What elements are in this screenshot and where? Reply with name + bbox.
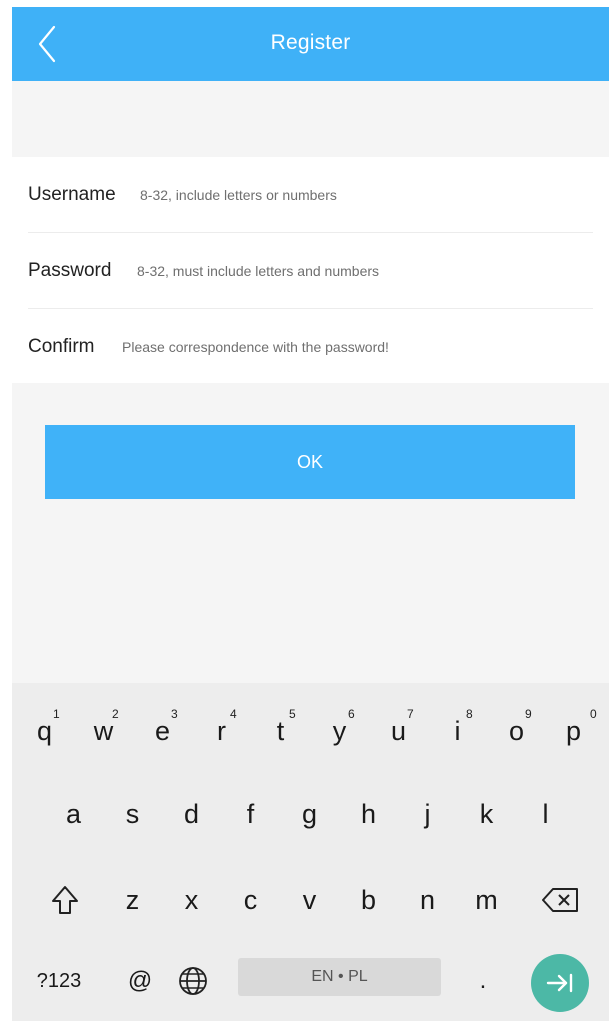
- key-c[interactable]: c: [221, 865, 280, 935]
- backspace-icon: [542, 888, 578, 912]
- key-q[interactable]: 1 q: [15, 689, 74, 759]
- key-label: u: [390, 715, 407, 746]
- key-h[interactable]: h: [339, 779, 398, 849]
- confirm-password-input[interactable]: [122, 332, 592, 362]
- key-label: p: [565, 715, 582, 746]
- key-label: t: [276, 715, 285, 746]
- key-hint: 2: [112, 707, 119, 721]
- key-s[interactable]: s: [103, 779, 162, 849]
- page-title: Register: [270, 31, 351, 54]
- header-bar: Register: [12, 7, 609, 81]
- key-y[interactable]: 6 y: [310, 689, 369, 759]
- key-o[interactable]: 9 o: [487, 689, 546, 759]
- key-hint: 6: [348, 707, 355, 721]
- key-hint: 9: [525, 707, 532, 721]
- key-hint: 3: [171, 707, 178, 721]
- password-label: Password: [28, 260, 112, 281]
- key-k[interactable]: k: [457, 779, 516, 849]
- key-f[interactable]: f: [221, 779, 280, 849]
- confirm-row: Confirm: [12, 309, 609, 385]
- key-t[interactable]: 5 t: [251, 689, 310, 759]
- enter-key[interactable]: [531, 954, 589, 1012]
- username-input[interactable]: [140, 180, 590, 210]
- key-hint: 7: [407, 707, 414, 721]
- at-key[interactable]: @: [115, 951, 165, 1011]
- key-hint: 5: [289, 707, 296, 721]
- key-v[interactable]: v: [280, 865, 339, 935]
- key-p[interactable]: 0 p: [544, 689, 603, 759]
- confirm-label: Confirm: [28, 336, 95, 357]
- symbols-key[interactable]: ?123: [24, 951, 94, 1011]
- period-key[interactable]: .: [458, 951, 508, 1011]
- username-label: Username: [28, 184, 116, 205]
- key-g[interactable]: g: [280, 779, 339, 849]
- password-input[interactable]: [137, 256, 592, 286]
- key-label: q: [36, 715, 53, 746]
- key-w[interactable]: 2 w: [74, 689, 133, 759]
- app-screen: Register Username Password Confirm OK 1 …: [12, 7, 609, 1021]
- ok-button[interactable]: OK: [45, 425, 575, 499]
- key-b[interactable]: b: [339, 865, 398, 935]
- key-hint: 4: [230, 707, 237, 721]
- shift-key[interactable]: [34, 865, 96, 935]
- key-d[interactable]: d: [162, 779, 221, 849]
- key-label: o: [508, 715, 525, 746]
- key-label: w: [93, 715, 114, 746]
- key-label: i: [454, 715, 461, 746]
- language-key[interactable]: [168, 951, 218, 1011]
- space-bar[interactable]: EN • PL: [238, 958, 441, 996]
- key-i[interactable]: 8 i: [428, 689, 487, 759]
- key-label: e: [154, 715, 171, 746]
- key-label: r: [217, 715, 226, 746]
- key-label: y: [332, 715, 347, 746]
- key-hint: 0: [590, 707, 597, 721]
- key-r[interactable]: 4 r: [192, 689, 251, 759]
- key-e[interactable]: 3 e: [133, 689, 192, 759]
- key-m[interactable]: m: [457, 865, 516, 935]
- key-x[interactable]: x: [162, 865, 221, 935]
- password-row: Password: [12, 233, 609, 309]
- shift-arrow-icon: [52, 886, 78, 914]
- key-j[interactable]: j: [398, 779, 457, 849]
- key-l[interactable]: l: [516, 779, 575, 849]
- key-u[interactable]: 7 u: [369, 689, 428, 759]
- register-form: Username Password Confirm: [12, 157, 609, 383]
- key-n[interactable]: n: [398, 865, 457, 935]
- soft-keyboard: 1 q 2 w 3 e 4 r 5 t 6 y 7 u 8 i 9 o 0 p …: [12, 683, 609, 1021]
- key-hint: 1: [53, 707, 60, 721]
- key-a[interactable]: a: [44, 779, 103, 849]
- next-field-icon: [546, 973, 573, 993]
- key-hint: 8: [466, 707, 473, 721]
- backspace-key[interactable]: [530, 865, 592, 935]
- username-row: Username: [12, 157, 609, 233]
- globe-icon: [179, 967, 207, 995]
- key-z[interactable]: z: [103, 865, 162, 935]
